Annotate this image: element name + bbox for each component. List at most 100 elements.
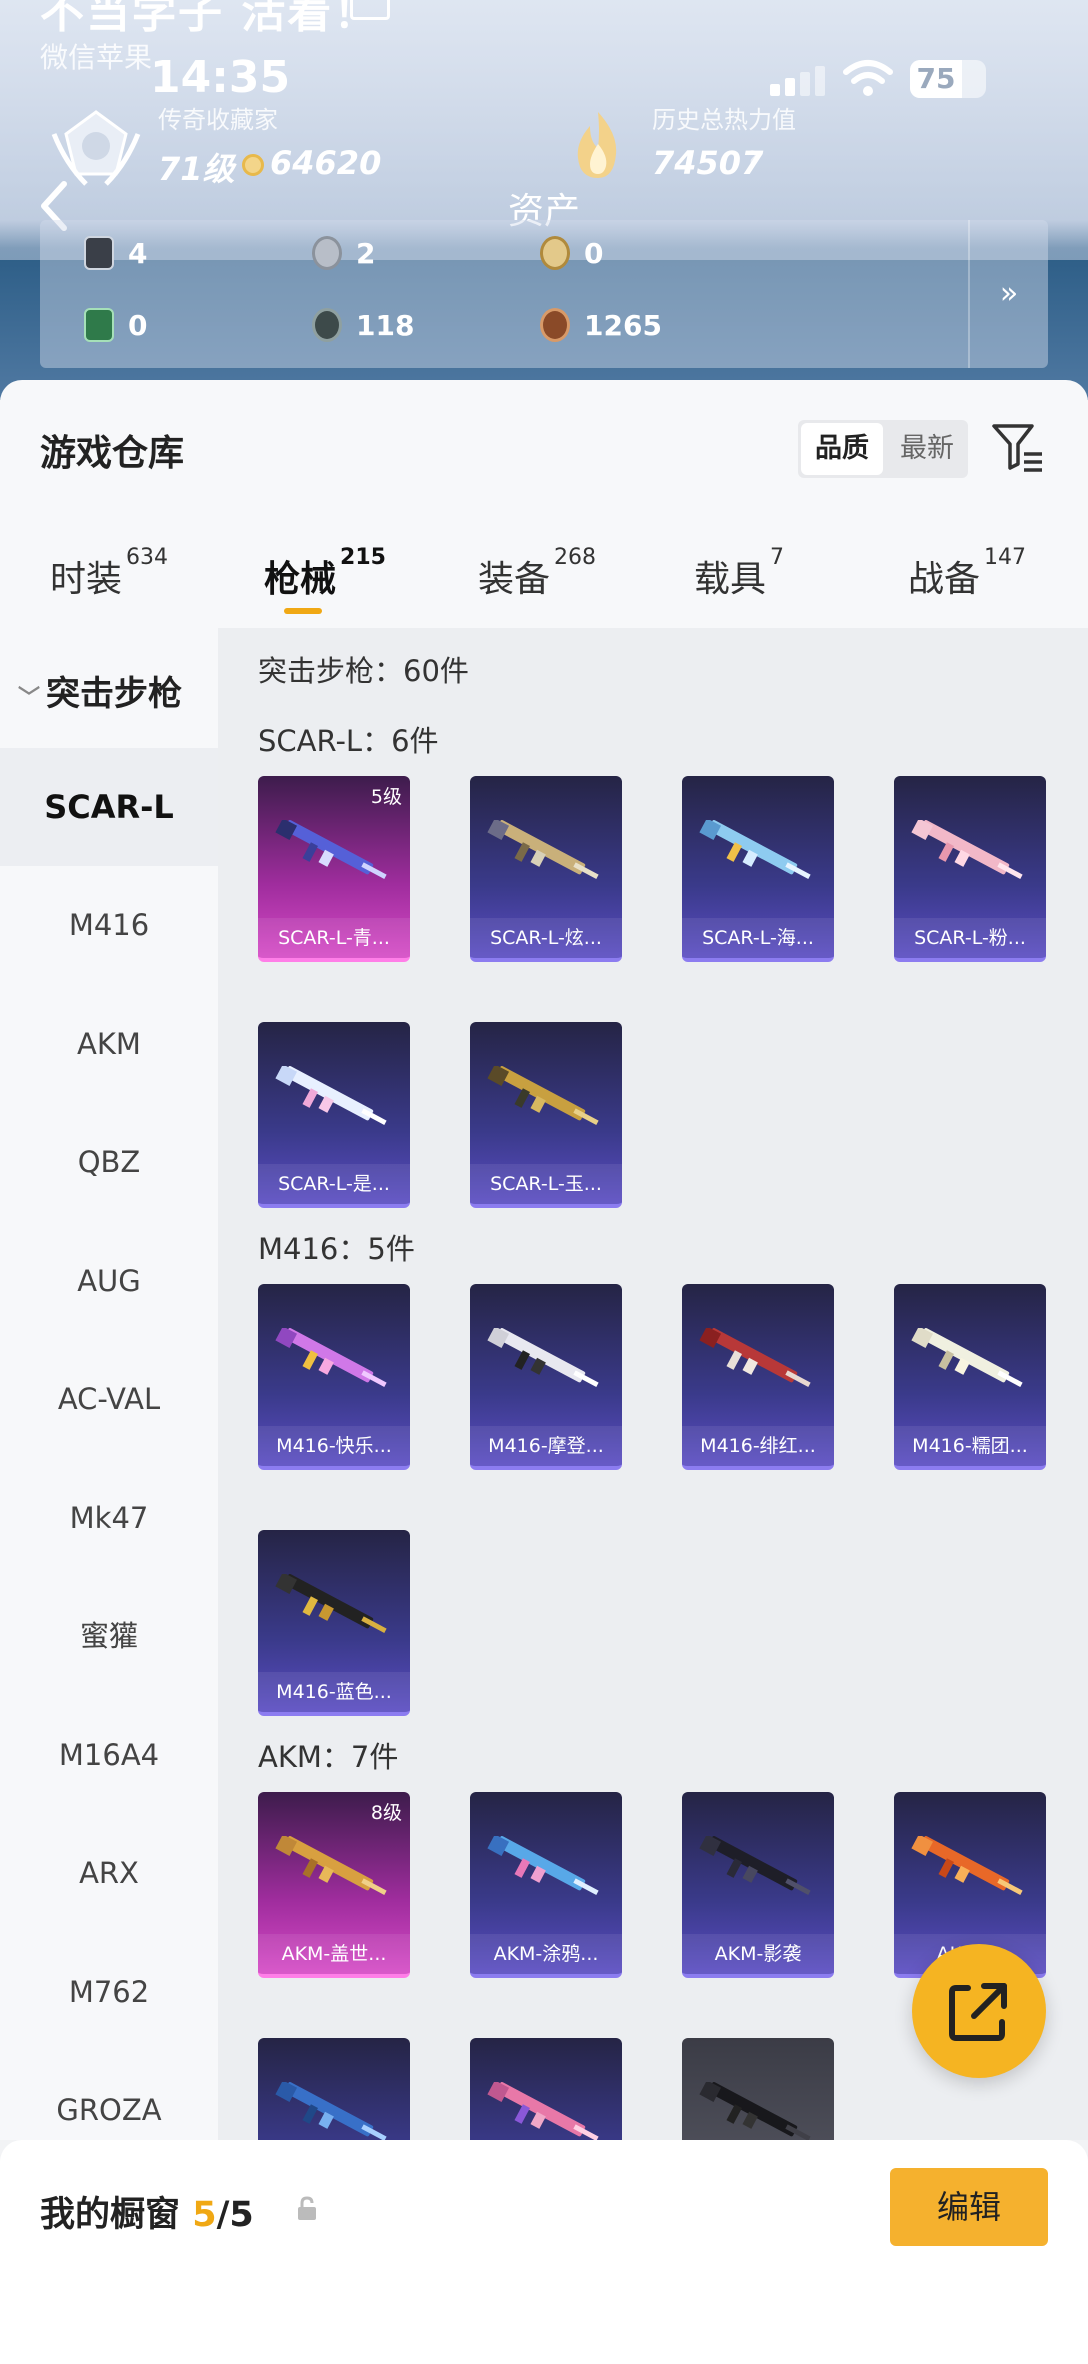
rifle-icon — [487, 820, 599, 879]
rifle-icon — [487, 2082, 599, 2140]
rifle-icon — [699, 2082, 811, 2140]
weapon-name: M416-蓝色... — [258, 1672, 410, 1712]
warehouse-title: 游戏仓库 — [40, 433, 185, 474]
battery-icon: 75 — [910, 60, 986, 98]
sidebar-item-arx[interactable]: ARX — [0, 1814, 218, 1932]
weapon-card[interactable]: M416-绯红... — [682, 1284, 834, 1470]
group-title-scar-l: SCAR-L：6件 — [258, 724, 439, 758]
sidebar-category[interactable]: ﹀ 突击步枪 — [18, 666, 182, 715]
weapon-name: M416-糯团... — [894, 1426, 1046, 1466]
tab-vehicles[interactable]: 载具7 — [694, 545, 784, 602]
weapon-name: SCAR-L-粉... — [894, 918, 1046, 958]
sort-newest-button[interactable]: 最新 — [886, 420, 968, 478]
coin-icon — [242, 154, 264, 176]
gold-badge-icon — [540, 236, 570, 270]
rifle-icon — [275, 2082, 387, 2140]
weapon-card[interactable]: SCAR-L-玉... — [470, 1022, 622, 1208]
tab-indicator — [284, 608, 322, 614]
warehouse-panel: 游戏仓库 品质 最新 时装634 枪械215 装备268 载具7 战备147 ﹀… — [0, 380, 1088, 2140]
showcase-label: 我的橱窗 5/5 — [40, 2195, 254, 2235]
share-small-icon[interactable] — [350, 0, 390, 20]
wifi-icon — [843, 60, 893, 96]
sidebar-item-m416[interactable]: M416 — [0, 866, 218, 984]
level-badge: 8级 — [370, 1802, 402, 1824]
rifle-icon — [699, 1328, 811, 1387]
lock-icon — [298, 2196, 316, 2220]
showcase-bar: 我的橱窗 5/5 编辑 — [0, 2140, 1088, 2364]
weapon-name: AKM-盖世... — [258, 1934, 410, 1974]
weapon-card[interactable]: SCAR-L-粉... — [894, 776, 1046, 962]
sidebar-item-ac-val[interactable]: AC-VAL — [0, 1340, 218, 1458]
weapon-card[interactable]: M416-快乐... — [258, 1284, 410, 1470]
filter-icon[interactable] — [990, 420, 1046, 476]
green-card-icon — [84, 308, 114, 342]
category-total: 突击步枪：60件 — [258, 654, 469, 688]
tab-fashion[interactable]: 时装634 — [50, 545, 168, 602]
weapon-card[interactable]: SCAR-L-炫... — [470, 776, 622, 962]
tab-guns[interactable]: 枪械215 — [264, 545, 386, 602]
rifle-icon — [487, 1836, 599, 1895]
rifle-icon — [275, 1066, 387, 1125]
help-icon[interactable]: ? — [746, 146, 759, 174]
group-title-m416: M416：5件 — [258, 1232, 415, 1266]
rifle-icon — [911, 1328, 1023, 1387]
rifle-icon — [911, 1836, 1023, 1895]
user-name: 不当学子 活着！ — [40, 0, 380, 38]
rifle-icon — [487, 1066, 599, 1125]
weapon-card[interactable] — [258, 2038, 410, 2140]
weapon-name: SCAR-L-炫... — [470, 918, 622, 958]
weapon-sidebar: ﹀ 突击步枪 SCAR-L M416 AKM QBZ AUG AC-VAL Mk4… — [0, 628, 218, 2140]
weapon-name: M416-绯红... — [682, 1426, 834, 1466]
sort-quality-button[interactable]: 品质 — [801, 423, 883, 475]
weapon-card[interactable] — [470, 2038, 622, 2140]
weapon-name: M416-摩登... — [470, 1426, 622, 1466]
weapon-card[interactable]: AKM-涂鸦... — [470, 1792, 622, 1978]
flame-icon — [577, 112, 617, 178]
weapon-card[interactable]: M416-糯团... — [894, 1284, 1046, 1470]
tab-equipment[interactable]: 装备268 — [478, 545, 596, 602]
weapon-card[interactable]: SCAR-L-海... — [682, 776, 834, 962]
dark-coin-icon — [312, 308, 342, 342]
weapon-name: SCAR-L-是... — [258, 1164, 410, 1204]
sidebar-item-qbz[interactable]: QBZ — [0, 1103, 218, 1221]
stat-dark-coin: 118 — [312, 308, 414, 342]
profile-header: 不当学子 活着！ 微信苹果 14:35 75 传奇收藏家 71级 64620 历… — [0, 0, 1088, 400]
sidebar-item-mk47[interactable]: Mk47 — [0, 1459, 218, 1577]
sidebar-item-aug[interactable]: AUG — [0, 1222, 218, 1340]
tab-supplies[interactable]: 战备147 — [908, 545, 1026, 602]
weapon-grid: 突击步枪：60件 SCAR-L：6件 5级 SCAR-L-青... SCAR-L… — [218, 628, 1088, 2140]
stat-silver-coin: 2 — [312, 236, 375, 270]
card-icon — [84, 236, 114, 270]
weapon-name: AKM-影袭 — [682, 1934, 834, 1974]
silver-coin-icon — [312, 236, 342, 270]
bronze-coin-icon — [540, 308, 570, 342]
sidebar-item-scar-l[interactable]: SCAR-L — [0, 748, 218, 866]
chevron-down-icon: ﹀ — [18, 686, 41, 711]
sidebar-item-akm[interactable]: AKM — [0, 985, 218, 1103]
rank-title: 传奇收藏家 — [158, 106, 278, 134]
share-button[interactable] — [912, 1944, 1046, 2078]
group-title-akm: AKM：7件 — [258, 1740, 399, 1774]
rifle-icon — [275, 1574, 387, 1633]
stats-more-button[interactable]: » — [968, 220, 1048, 368]
weapon-name: M416-快乐... — [258, 1426, 410, 1466]
sidebar-item-m762[interactable]: M762 — [0, 1933, 218, 2051]
weapon-card[interactable]: M416-摩登... — [470, 1284, 622, 1470]
weapon-card[interactable]: 5级 SCAR-L-青... — [258, 776, 410, 962]
signal-icon — [770, 66, 830, 96]
edit-button[interactable]: 编辑 — [890, 2168, 1048, 2246]
weapon-name: AKM-涂鸦... — [470, 1934, 622, 1974]
weapon-card[interactable]: AKM-影袭 — [682, 1792, 834, 1978]
rifle-icon — [699, 1836, 811, 1895]
stat-green-card: 0 — [84, 308, 147, 342]
weapon-card[interactable]: SCAR-L-是... — [258, 1022, 410, 1208]
stat-gold-badge: 0 — [540, 236, 603, 270]
weapon-card[interactable]: 8级 AKM-盖世... — [258, 1792, 410, 1978]
weapon-card[interactable]: M416-蓝色... — [258, 1530, 410, 1716]
sidebar-item-m16a4[interactable]: M16A4 — [0, 1696, 218, 1814]
sidebar-item-honey-badger[interactable]: 蜜獾 — [0, 1577, 218, 1695]
user-subtitle: 微信苹果 — [40, 41, 153, 74]
asset-stats: 4 2 0 0 118 1265 » — [40, 220, 1048, 368]
weapon-card[interactable] — [682, 2038, 834, 2140]
history-label: 历史总热力值 — [652, 106, 796, 134]
